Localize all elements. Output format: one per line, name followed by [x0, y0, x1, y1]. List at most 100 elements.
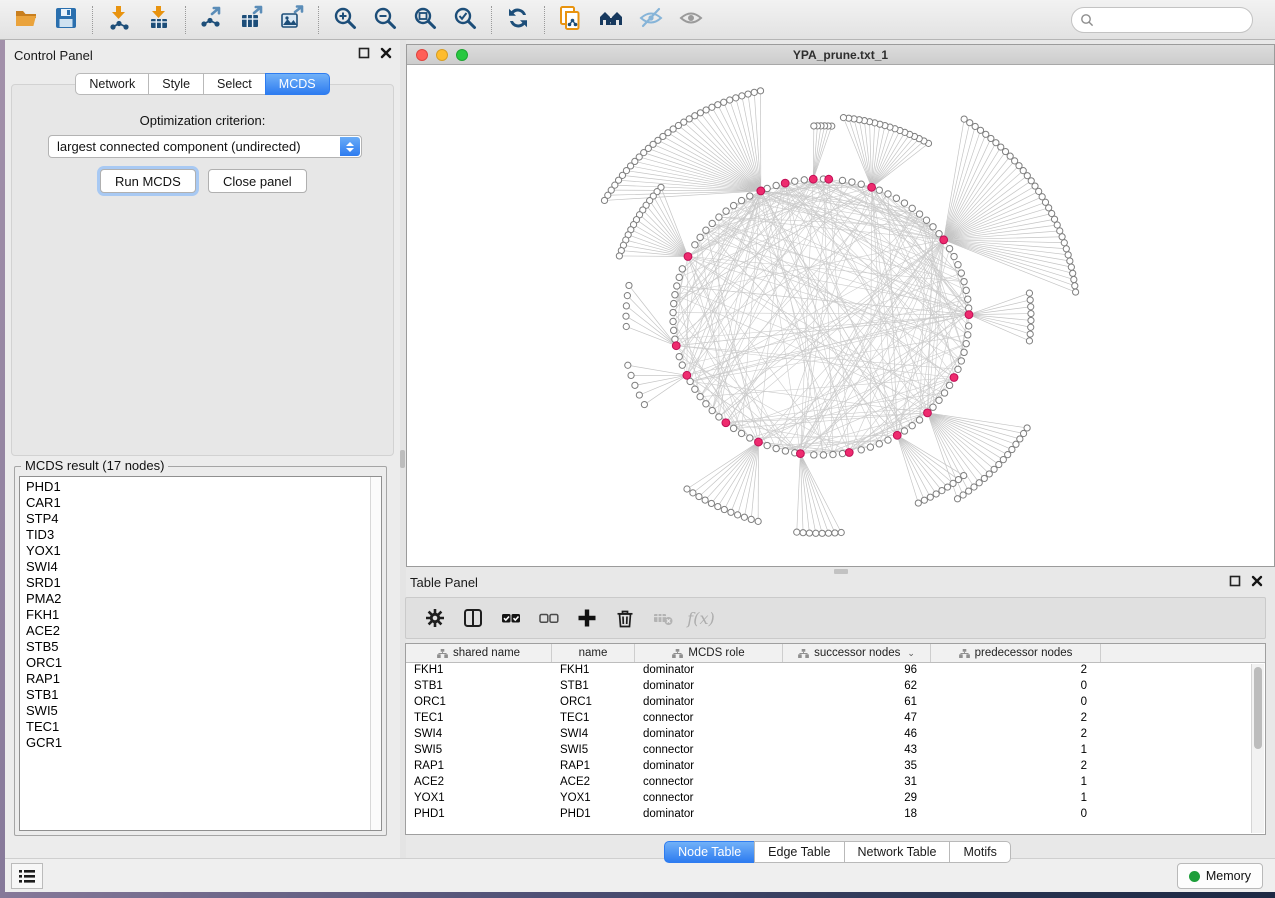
graph-node[interactable] [709, 220, 715, 226]
graph-leaf-node[interactable] [971, 484, 977, 490]
graph-mcds-hub-node[interactable] [684, 253, 692, 261]
save-session-button[interactable] [46, 3, 86, 37]
graph-node[interactable] [965, 323, 971, 329]
table-row[interactable]: STB1STB1dominator620 [406, 679, 1265, 695]
graph-leaf-node[interactable] [944, 484, 950, 490]
graph-node[interactable] [951, 253, 957, 259]
graph-node[interactable] [670, 300, 676, 306]
graph-node[interactable] [946, 382, 952, 388]
zoom-out-button[interactable] [365, 3, 405, 37]
graph-leaf-node[interactable] [751, 89, 757, 95]
graph-node[interactable] [916, 417, 922, 423]
graph-leaf-node[interactable] [623, 323, 629, 329]
graph-node[interactable] [955, 366, 961, 372]
graph-mcds-hub-node[interactable] [845, 449, 853, 457]
graph-node[interactable] [936, 397, 942, 403]
graph-mcds-hub-node[interactable] [924, 409, 932, 417]
graph-mcds-hub-node[interactable] [683, 371, 691, 379]
graph-leaf-node[interactable] [721, 506, 727, 512]
graph-leaf-node[interactable] [1027, 331, 1033, 337]
graph-node[interactable] [697, 234, 703, 240]
table-scrollbar[interactable] [1251, 664, 1264, 833]
graph-leaf-node[interactable] [727, 97, 733, 103]
graph-leaf-node[interactable] [703, 107, 709, 113]
network-window-titlebar[interactable]: YPA_prune.txt_1 [407, 45, 1274, 65]
select-all-button[interactable] [494, 601, 528, 635]
graph-node[interactable] [692, 242, 698, 248]
table-row[interactable]: ORC1ORC1dominator610 [406, 695, 1265, 711]
graph-node[interactable] [946, 245, 952, 251]
graph-leaf-node[interactable] [915, 500, 921, 506]
graph-leaf-node[interactable] [960, 492, 966, 498]
graph-mcds-hub-node[interactable] [950, 374, 958, 382]
graph-leaf-node[interactable] [715, 102, 721, 108]
graph-leaf-node[interactable] [616, 253, 622, 259]
mcds-result-item[interactable]: CAR1 [26, 495, 381, 511]
graph-leaf-node[interactable] [972, 123, 978, 129]
graph-leaf-node[interactable] [708, 500, 714, 506]
graph-node[interactable] [963, 340, 969, 346]
mcds-result-item[interactable]: PMA2 [26, 591, 381, 607]
graph-leaf-node[interactable] [961, 116, 967, 122]
graph-node[interactable] [716, 414, 722, 420]
graph-node[interactable] [876, 187, 882, 193]
splitter-grip[interactable] [400, 450, 405, 468]
graph-node[interactable] [738, 197, 744, 203]
float-panel-icon[interactable] [358, 47, 370, 59]
hide-selected-button[interactable] [631, 3, 671, 37]
graph-leaf-node[interactable] [800, 530, 806, 536]
import-network-button[interactable] [99, 3, 139, 37]
graph-mcds-hub-node[interactable] [672, 342, 680, 350]
export-network-button[interactable] [192, 3, 232, 37]
table-row[interactable]: TEC1TEC1connector472 [406, 711, 1265, 727]
graph-node[interactable] [958, 358, 964, 364]
mcds-result-item[interactable]: STP4 [26, 511, 381, 527]
graph-leaf-node[interactable] [1024, 425, 1030, 431]
graph-node[interactable] [965, 296, 971, 302]
tab-select[interactable]: Select [203, 73, 266, 95]
graph-leaf-node[interactable] [755, 518, 761, 524]
graph-leaf-node[interactable] [1068, 264, 1074, 270]
table-row[interactable]: PHD1PHD1dominator180 [406, 807, 1265, 823]
graph-leaf-node[interactable] [1026, 290, 1032, 296]
graph-node[interactable] [730, 425, 736, 431]
graph-node[interactable] [670, 318, 676, 324]
graph-leaf-node[interactable] [813, 530, 819, 536]
graph-leaf-node[interactable] [1070, 270, 1076, 276]
graph-node[interactable] [747, 435, 753, 441]
graph-node[interactable] [965, 332, 971, 338]
graph-node[interactable] [811, 452, 817, 458]
graph-node[interactable] [679, 362, 685, 368]
tab-node-table[interactable]: Node Table [664, 841, 755, 863]
graph-leaf-node[interactable] [624, 293, 630, 299]
graph-node[interactable] [670, 327, 676, 333]
graph-leaf-node[interactable] [955, 476, 961, 482]
graph-leaf-node[interactable] [739, 93, 745, 99]
graph-node[interactable] [672, 292, 678, 298]
show-columns-button[interactable] [456, 601, 490, 635]
mcds-result-item[interactable]: GCR1 [26, 735, 381, 751]
mcds-result-item[interactable]: STB1 [26, 687, 381, 703]
graph-leaf-node[interactable] [748, 516, 754, 522]
mcds-result-item[interactable]: TID3 [26, 527, 381, 543]
graph-leaf-node[interactable] [728, 509, 734, 515]
export-image-button[interactable] [272, 3, 312, 37]
graph-leaf-node[interactable] [1065, 252, 1071, 258]
graph-node[interactable] [782, 448, 788, 454]
graph-node[interactable] [901, 200, 907, 206]
graph-leaf-node[interactable] [625, 362, 631, 368]
graph-node[interactable] [670, 309, 676, 315]
graph-mcds-hub-node[interactable] [797, 450, 805, 458]
graph-leaf-node[interactable] [690, 490, 696, 496]
graph-node[interactable] [867, 444, 873, 450]
graph-node[interactable] [961, 278, 967, 284]
table-row[interactable]: SWI4SWI4dominator462 [406, 727, 1265, 743]
add-column-button[interactable] [570, 601, 604, 635]
graph-node[interactable] [930, 404, 936, 410]
graph-node[interactable] [963, 287, 969, 293]
graph-node[interactable] [849, 179, 855, 185]
graph-leaf-node[interactable] [1028, 310, 1034, 316]
first-neighbors-button[interactable] [591, 3, 631, 37]
zoom-in-button[interactable] [325, 3, 365, 37]
zoom-fit-button[interactable] [405, 3, 445, 37]
